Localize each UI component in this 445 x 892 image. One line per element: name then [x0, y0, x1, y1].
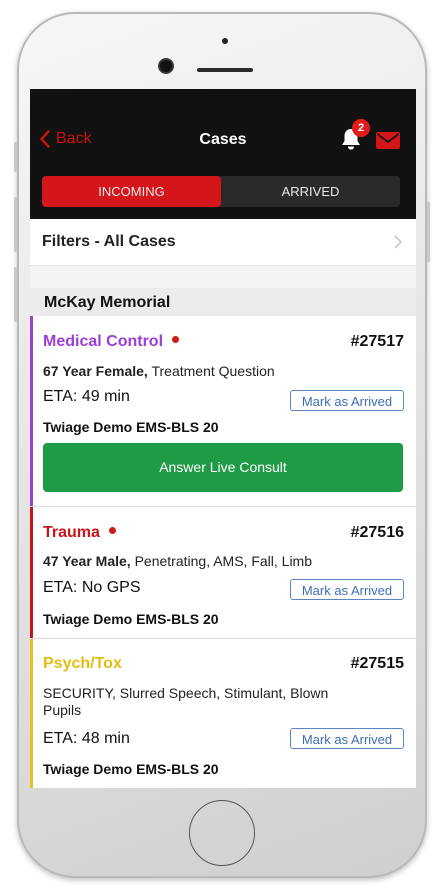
- case-number: #27517: [350, 333, 404, 350]
- proximity-sensor: [222, 38, 228, 44]
- tab-arrived[interactable]: ARRIVED: [221, 176, 400, 207]
- unread-dot: [172, 336, 180, 344]
- filters-label: Filters - All Cases: [42, 233, 176, 250]
- filters-row[interactable]: Filters - All Cases: [30, 219, 416, 266]
- mute-switch: [14, 142, 17, 172]
- case-card-27516[interactable]: Trauma #27516 47 Year Male, Penetrating,…: [30, 507, 416, 639]
- mark-as-arrived-button[interactable]: Mark as Arrived: [290, 579, 404, 600]
- case-agency: Twiage Demo EMS-BLS 20: [43, 419, 219, 435]
- case-number: #27516: [350, 524, 404, 541]
- nav-bar: Back Cases 2 INCOMING ARRIVED: [30, 89, 416, 219]
- case-category: Medical Control: [43, 333, 180, 351]
- case-number: #27515: [350, 655, 404, 672]
- case-status-tabs: INCOMING ARRIVED: [42, 176, 400, 207]
- unread-dot: [108, 527, 116, 535]
- case-eta: ETA: 49 min: [43, 388, 130, 405]
- case-summary: SECURITY, Slurred Speech, Stimulant, Blo…: [43, 685, 329, 718]
- mark-as-arrived-button[interactable]: Mark as Arrived: [290, 728, 404, 749]
- chevron-right-icon: [394, 235, 402, 249]
- category-color-bar: [30, 507, 33, 638]
- app-screen: Back Cases 2 INCOMING ARRIVED Filters - …: [30, 89, 416, 788]
- volume-down-button: [14, 267, 17, 322]
- notification-badge: 2: [352, 119, 370, 137]
- case-agency: Twiage Demo EMS-BLS 20: [43, 761, 219, 777]
- case-category: Psych/Tox: [43, 655, 122, 672]
- front-camera: [160, 60, 172, 72]
- volume-up-button: [14, 197, 17, 252]
- category-color-bar: [30, 316, 33, 506]
- case-category: Trauma: [43, 524, 116, 542]
- case-agency: Twiage Demo EMS-BLS 20: [43, 611, 219, 627]
- case-eta: ETA: No GPS: [43, 579, 141, 596]
- mail-icon: [376, 132, 400, 149]
- case-eta: ETA: 48 min: [43, 730, 130, 747]
- case-summary: 47 Year Male, Penetrating, AMS, Fall, Li…: [43, 553, 313, 569]
- messages-button[interactable]: [376, 132, 400, 154]
- category-color-bar: [30, 639, 33, 788]
- case-card-27517[interactable]: Medical Control #27517 67 Year Female, T…: [30, 316, 416, 507]
- power-button: [427, 202, 430, 262]
- answer-live-consult-button[interactable]: Answer Live Consult: [43, 443, 403, 492]
- tab-incoming[interactable]: INCOMING: [42, 176, 221, 207]
- hospital-section-header: McKay Memorial: [30, 288, 416, 316]
- case-summary: 67 Year Female, Treatment Question: [43, 363, 275, 379]
- home-button[interactable]: [189, 800, 255, 866]
- case-card-27515[interactable]: Psych/Tox #27515 SECURITY, Slurred Speec…: [30, 639, 416, 788]
- mark-as-arrived-button[interactable]: Mark as Arrived: [290, 390, 404, 411]
- hospital-name: McKay Memorial: [44, 294, 171, 311]
- earpiece-speaker: [197, 68, 253, 72]
